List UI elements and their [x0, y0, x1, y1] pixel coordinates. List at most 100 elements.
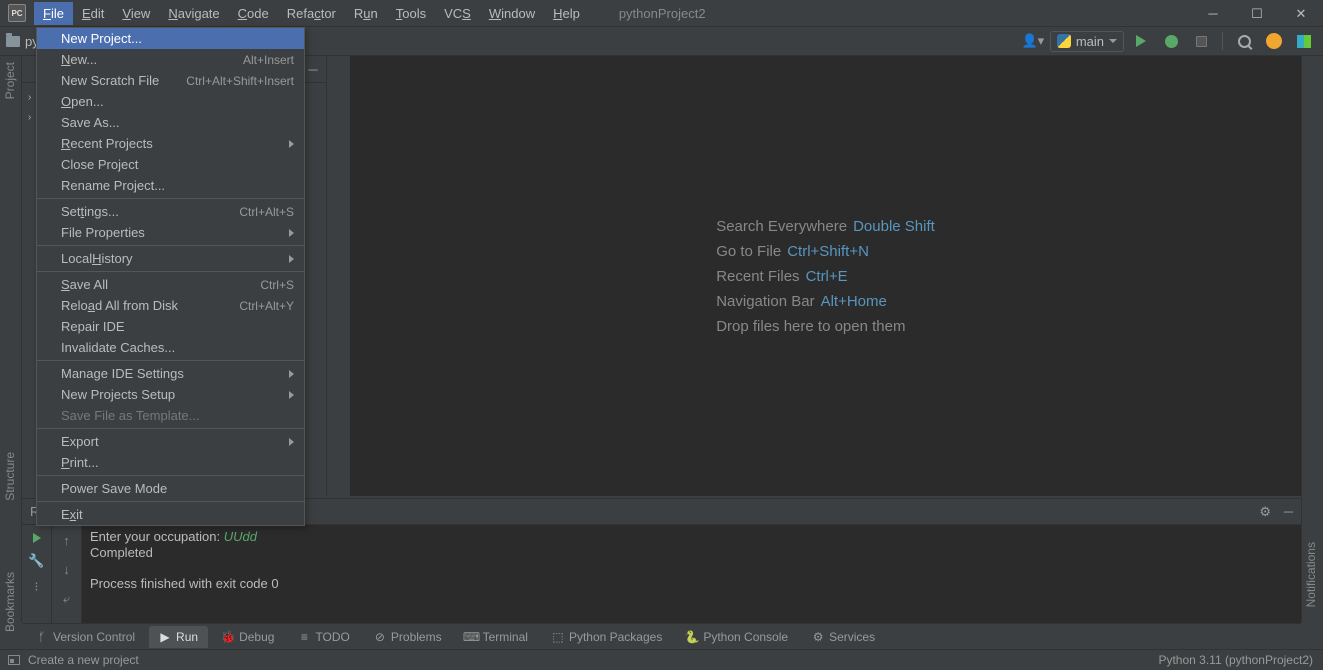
rerun-icon[interactable] — [33, 533, 41, 543]
file-menu-export[interactable]: Export — [37, 431, 304, 452]
more-icon[interactable]: ⁝ — [34, 579, 38, 595]
file-menu-settings[interactable]: Settings...Ctrl+Alt+S — [37, 201, 304, 222]
file-menu-new-project[interactable]: New Project... — [37, 28, 304, 49]
run-button[interactable] — [1128, 29, 1154, 53]
window-maximize[interactable]: ☐ — [1235, 0, 1279, 27]
tooltab-debug[interactable]: 🐞Debug — [212, 626, 284, 648]
menubar: PC FileEditViewNavigateCodeRefactorRunTo… — [0, 0, 1323, 27]
file-menu-local-history[interactable]: Local History — [37, 248, 304, 269]
menu-run[interactable]: Run — [345, 2, 387, 25]
status-interpreter[interactable]: Python 3.11 (pythonProject2) — [1158, 653, 1313, 667]
tooltab-todo[interactable]: ≡TODO — [288, 626, 359, 648]
menu-tools[interactable]: Tools — [387, 2, 435, 25]
tooltab-services[interactable]: ⚙Services — [802, 626, 885, 648]
file-menu-reload-all-from-disk[interactable]: Reload All from DiskCtrl+Alt+Y — [37, 295, 304, 316]
hide-icon[interactable]: ─ — [1284, 504, 1293, 519]
tooltab-problems[interactable]: ⊘Problems — [364, 626, 452, 648]
gear-icon[interactable]: ⚙ — [1259, 504, 1271, 520]
debug-button[interactable] — [1158, 29, 1184, 53]
editor-placeholder[interactable]: Search EverywhereDouble Shift Go to FileC… — [350, 56, 1301, 496]
bookmarks-tool-tab[interactable]: Bookmarks — [0, 566, 20, 638]
window-close[interactable]: ✕ — [1279, 0, 1323, 27]
tooltab-terminal[interactable]: ⌨Terminal — [456, 626, 538, 648]
menu-help[interactable]: Help — [544, 2, 589, 25]
file-menu-recent-projects[interactable]: Recent Projects — [37, 133, 304, 154]
folder-icon — [42, 95, 56, 109]
file-menu-manage-ide-settings[interactable]: Manage IDE Settings — [37, 363, 304, 384]
codewithme-icon[interactable] — [1291, 29, 1317, 53]
chevron-right-icon — [289, 438, 294, 446]
hint-row: Recent FilesCtrl+E — [716, 268, 935, 285]
ide-updates-icon[interactable] — [1261, 29, 1287, 53]
file-menu-print[interactable]: Print... — [37, 452, 304, 473]
pkg-icon: ⬚ — [552, 631, 564, 643]
window-minimize[interactable]: ─ — [1191, 0, 1235, 27]
wrench-icon — [42, 205, 56, 219]
file-menu-new[interactable]: New...Alt+Insert — [37, 49, 304, 70]
file-menu-save-all[interactable]: Save AllCtrl+S — [37, 274, 304, 295]
add-user-icon[interactable]: 👤▾ — [1020, 29, 1046, 53]
tooltab-version-control[interactable]: ᚶVersion Control — [26, 626, 145, 648]
print-icon — [42, 456, 56, 470]
folder-icon — [6, 36, 20, 47]
file-menu-new-scratch-file[interactable]: New Scratch FileCtrl+Alt+Shift+Insert — [37, 70, 304, 91]
menu-navigate[interactable]: Navigate — [159, 2, 228, 25]
file-menu-exit[interactable]: Exit — [37, 504, 304, 525]
file-menu-new-projects-setup[interactable]: New Projects Setup — [37, 384, 304, 405]
terminal-icon: ⌨ — [466, 631, 478, 643]
wrench-icon[interactable]: 🔧 — [28, 553, 44, 569]
file-menu-close-project[interactable]: Close Project — [37, 154, 304, 175]
menu-view[interactable]: View — [113, 2, 159, 25]
search-button[interactable] — [1231, 29, 1257, 53]
chevron-right-icon — [289, 140, 294, 148]
tooltab-run[interactable]: ▶Run — [149, 626, 208, 648]
editor-hints: Search EverywhereDouble Shift Go to FileC… — [716, 210, 935, 343]
file-menu-save-as[interactable]: Save As... — [37, 112, 304, 133]
status-bar: Create a new project Python 3.11 (python… — [0, 649, 1323, 670]
up-icon[interactable]: ↑ — [63, 533, 70, 548]
pyconsole-icon: 🐍 — [686, 631, 698, 643]
chevron-right-icon — [289, 255, 294, 263]
down-icon[interactable]: ↓ — [63, 562, 70, 577]
status-left-text: Create a new project — [28, 653, 139, 667]
services-icon: ⚙ — [812, 631, 824, 643]
menu-edit[interactable]: Edit — [73, 2, 113, 25]
chevron-down-icon — [1109, 39, 1117, 43]
file-menu-invalidate-caches[interactable]: Invalidate Caches... — [37, 337, 304, 358]
hint-row: Go to FileCtrl+Shift+N — [716, 243, 935, 260]
project-title: pythonProject2 — [619, 6, 706, 21]
warning-icon: ⊘ — [374, 631, 386, 643]
tooltab-python-packages[interactable]: ⬚Python Packages — [542, 626, 672, 648]
menu-refactor[interactable]: Refactor — [278, 2, 345, 25]
file-menu-power-save-mode[interactable]: Power Save Mode — [37, 478, 304, 499]
statusbar-box-icon[interactable] — [8, 655, 20, 665]
run-config-name: main — [1076, 34, 1104, 49]
run-tool-body: 🔧 ⁝ ↑ ↓ ⤶ Enter your occupation: UUdd Co… — [22, 525, 1301, 625]
project-tool-tab[interactable]: Project — [0, 56, 20, 105]
tree-hide-icon[interactable]: ─ — [306, 62, 320, 76]
app-icon: PC — [8, 4, 26, 22]
file-menu-dropdown: New Project...New...Alt+InsertNew Scratc… — [36, 27, 305, 526]
file-menu-file-properties[interactable]: File Properties — [37, 222, 304, 243]
run-config-selector[interactable]: main — [1050, 31, 1124, 52]
tooltab-python-console[interactable]: 🐍Python Console — [676, 626, 798, 648]
menu-file[interactable]: File — [34, 2, 73, 25]
file-menu-rename-project[interactable]: Rename Project... — [37, 175, 304, 196]
notifications-tool-tab[interactable]: Notifications — [1302, 536, 1320, 613]
menu-window[interactable]: Window — [480, 2, 544, 25]
menu-vcs[interactable]: VCS — [435, 2, 480, 25]
file-menu-save-file-as-template: Save File as Template... — [37, 405, 304, 426]
python-icon — [1057, 34, 1071, 48]
hint-row: Navigation BarAlt+Home — [716, 293, 935, 310]
file-menu-open[interactable]: Open... — [37, 91, 304, 112]
file-menu-repair-ide[interactable]: Repair IDE — [37, 316, 304, 337]
structure-tool-tab[interactable]: Structure — [0, 446, 20, 507]
stop-button[interactable] — [1188, 29, 1214, 53]
menu-code[interactable]: Code — [229, 2, 278, 25]
wrap-icon[interactable]: ⤶ — [63, 591, 70, 607]
left-tool-strip: Project Structure Bookmarks — [0, 56, 22, 622]
hint-row: Search EverywhereDouble Shift — [716, 218, 935, 235]
right-tool-strip: Notifications — [1301, 56, 1323, 622]
console-output[interactable]: Enter your occupation: UUdd Completed Pr… — [82, 525, 1301, 625]
bottom-tool-strip: ᚶVersion Control▶Run🐞Debug≡TODO⊘Problems… — [22, 623, 1301, 649]
